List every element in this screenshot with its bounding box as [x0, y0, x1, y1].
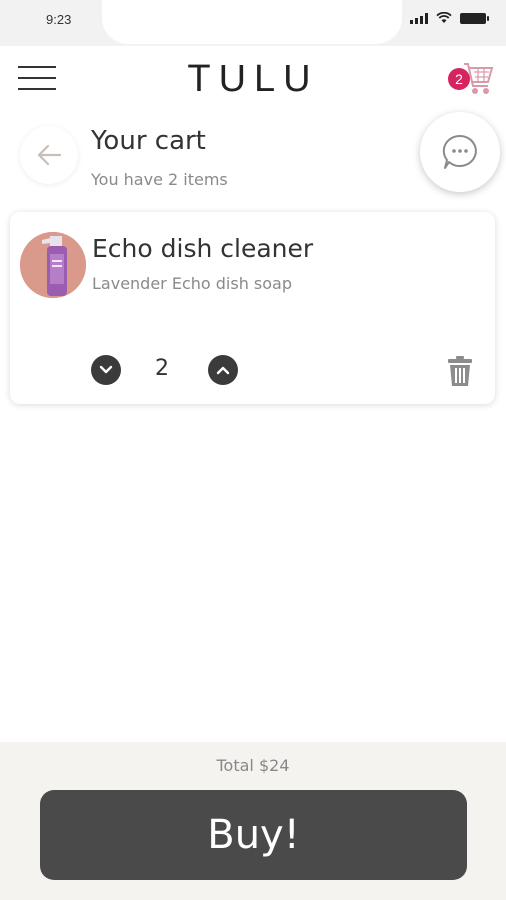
product-image: [20, 232, 86, 298]
brand-logo: TULU: [187, 58, 319, 100]
buy-button[interactable]: Buy!: [40, 790, 467, 880]
increase-quantity-button[interactable]: [208, 355, 238, 385]
checkout-footer: Total $24 Buy!: [0, 742, 506, 900]
signal-icon: [410, 12, 428, 24]
trash-icon: [448, 356, 472, 386]
battery-icon: [460, 12, 489, 24]
total-price: Total $24: [216, 756, 290, 775]
page-subtitle: You have 2 items: [91, 170, 228, 189]
wifi-icon: [436, 12, 452, 23]
back-button[interactable]: [20, 126, 78, 184]
phone-notch: [102, 0, 402, 44]
phone-screen: 9:23 TULU 2 Your cart You have 2 items E…: [0, 0, 506, 900]
page-title: Your cart: [91, 126, 206, 156]
chat-button[interactable]: [420, 112, 500, 192]
chevron-down-icon: [99, 365, 113, 374]
cart-count-badge: 2: [448, 68, 470, 90]
spray-bottle-image: [20, 232, 86, 298]
delete-item-button[interactable]: [446, 355, 474, 387]
product-description: Lavender Echo dish soap: [92, 274, 293, 293]
arrow-left-icon: [37, 144, 62, 166]
decrease-quantity-button[interactable]: [91, 355, 121, 385]
chevron-up-icon: [216, 366, 230, 375]
status-time: 9:23: [46, 12, 72, 27]
product-name: Echo dish cleaner: [92, 234, 314, 263]
chat-bubble-icon: [442, 134, 477, 169]
quantity-value: 2: [155, 356, 169, 381]
status-icons: [410, 12, 489, 24]
cart-item-card: Echo dish cleaner Lavender Echo dish soa…: [10, 212, 495, 404]
cart-button[interactable]: 2: [448, 58, 494, 98]
